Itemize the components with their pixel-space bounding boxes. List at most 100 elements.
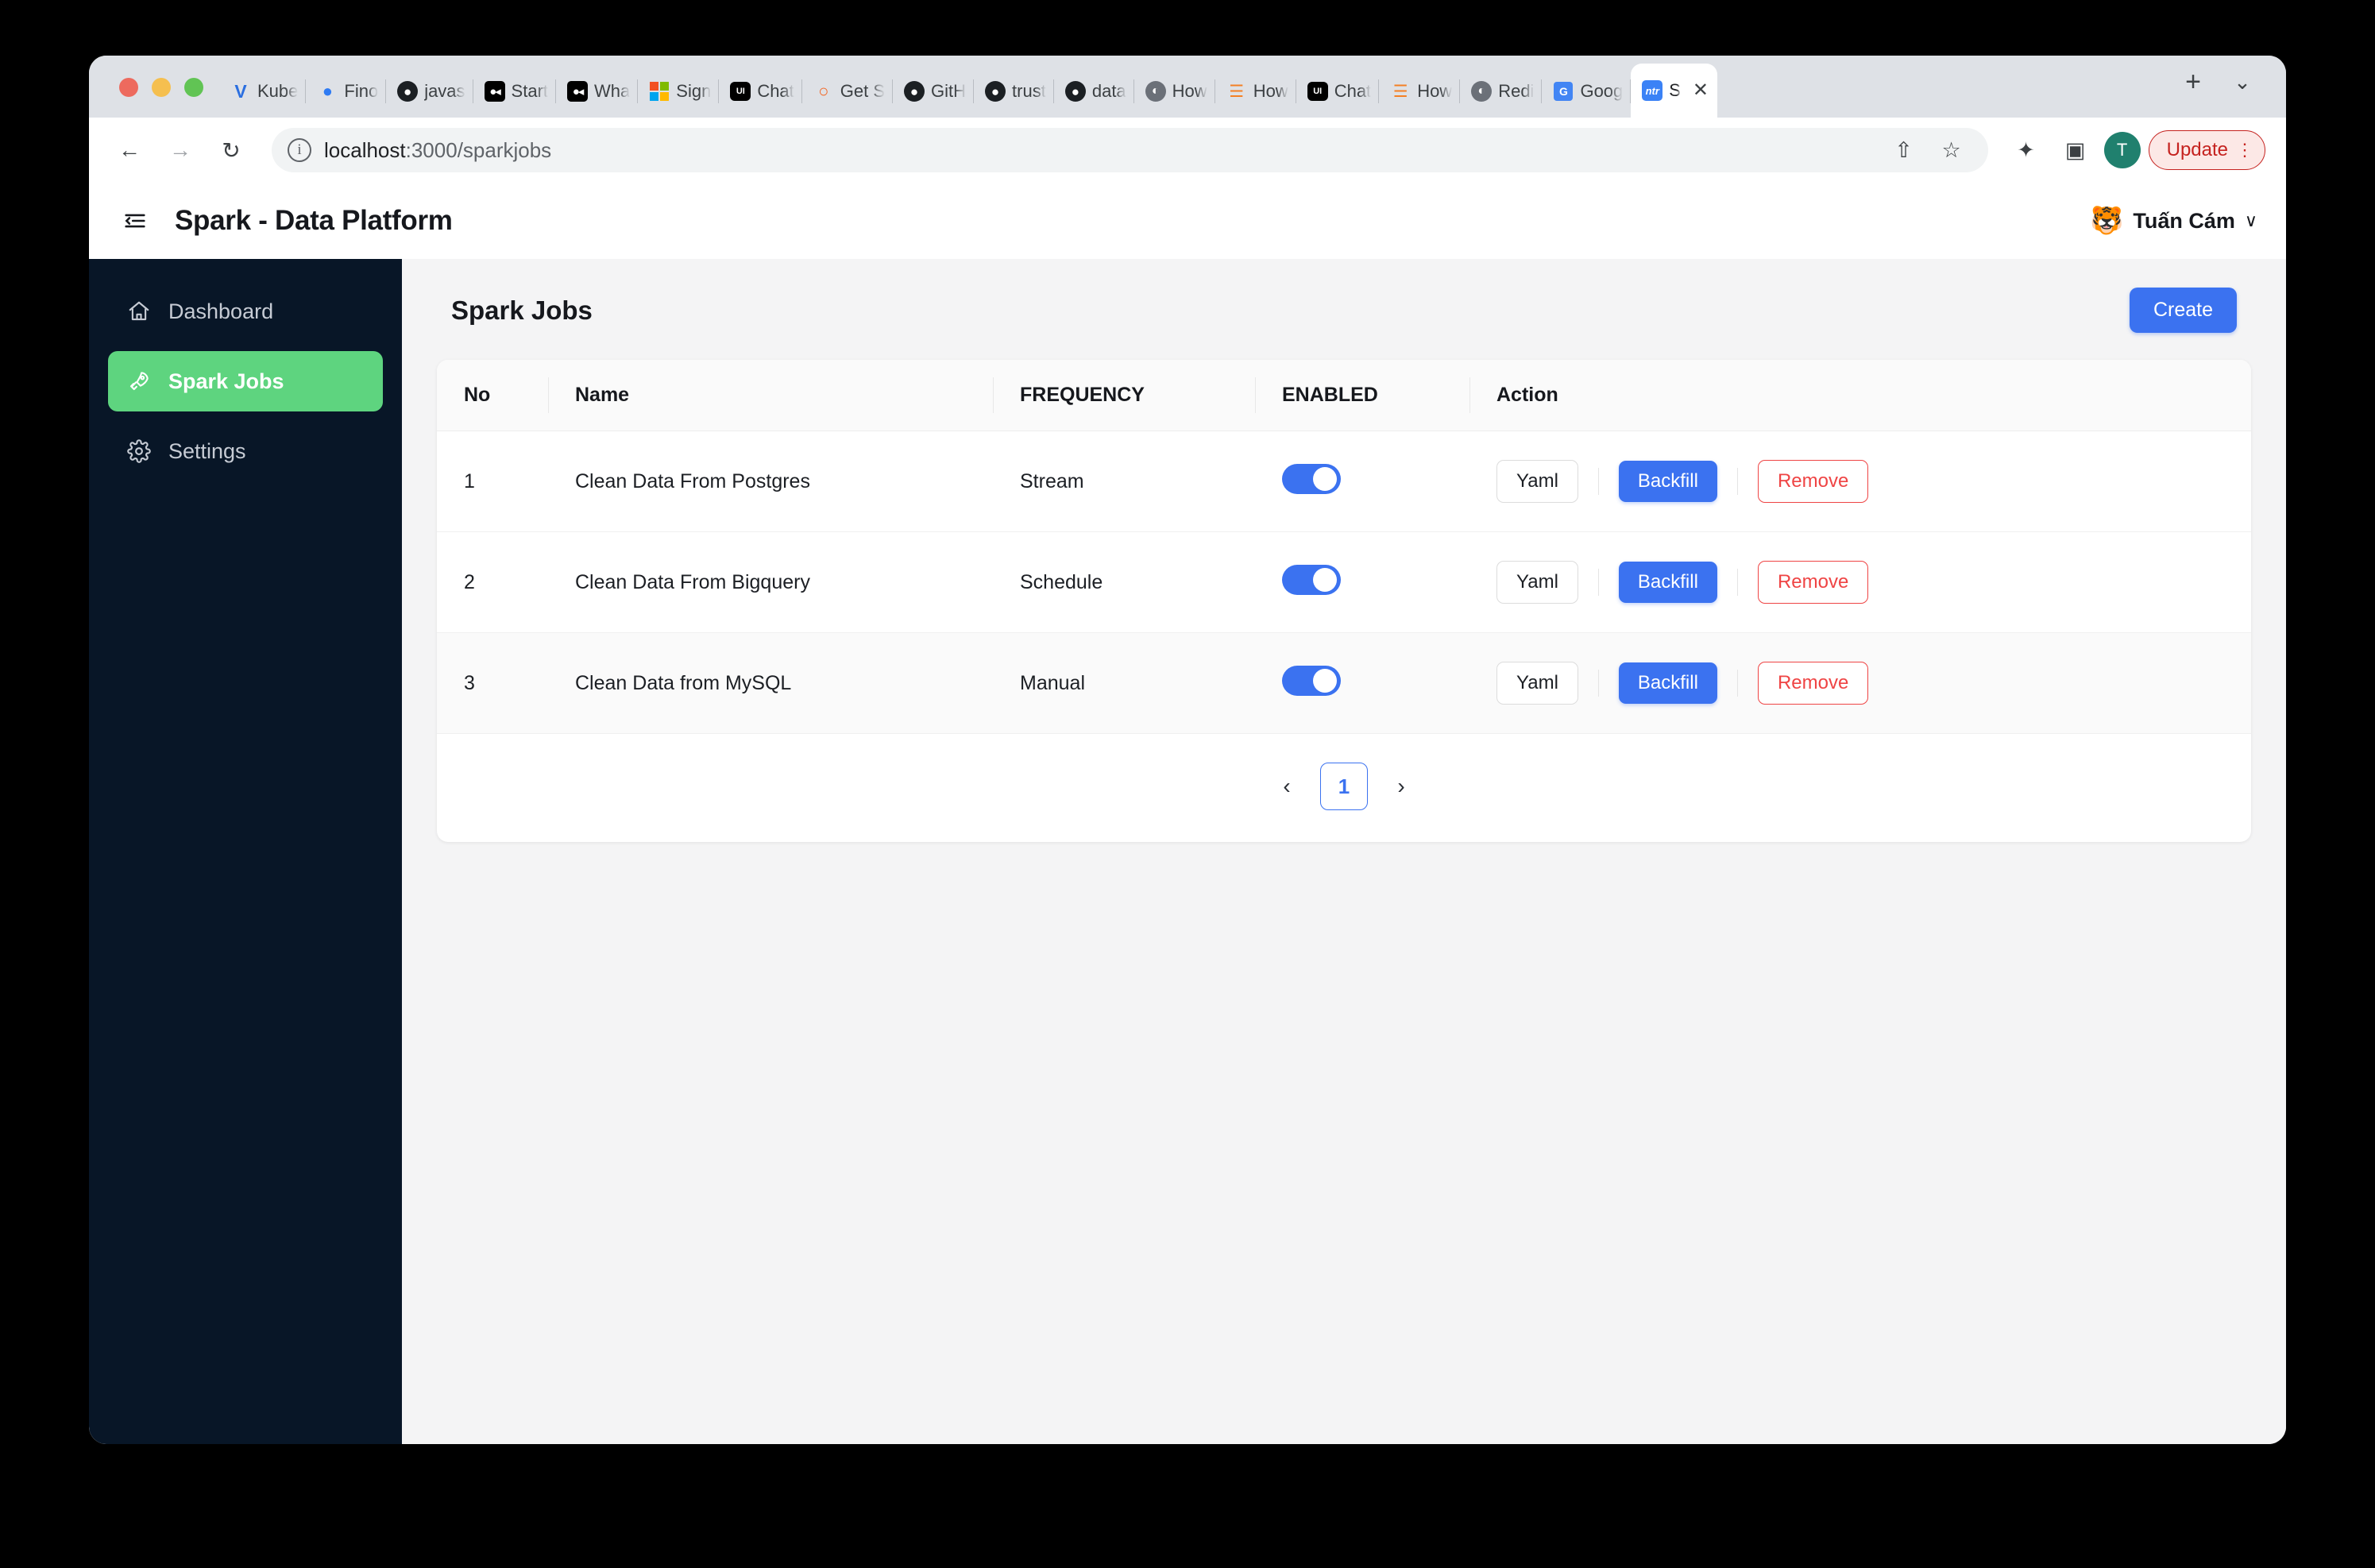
sidebar-item-spark-jobs[interactable]: Spark Jobs xyxy=(108,351,383,411)
cell-enabled xyxy=(1255,632,1469,734)
finops-icon: ● xyxy=(322,81,334,101)
forward-arrow-icon[interactable]: → xyxy=(157,127,203,173)
sidebar-item-label: Settings xyxy=(168,438,246,463)
spark-app-icon: ntr xyxy=(1642,80,1663,101)
browser-tab[interactable]: ● trust xyxy=(974,65,1054,118)
close-window-button[interactable] xyxy=(119,78,138,97)
rocket-icon xyxy=(126,368,153,395)
cell-enabled xyxy=(1255,431,1469,532)
browser-tab[interactable]: Sign xyxy=(638,65,720,118)
profile-avatar[interactable]: T xyxy=(2103,132,2141,168)
site-info-icon[interactable]: i xyxy=(288,138,311,162)
sidebar-item-dashboard[interactable]: Dashboard xyxy=(108,281,383,342)
side-panel-icon[interactable]: ▣ xyxy=(2055,129,2096,171)
pagination: ‹ 1 › xyxy=(437,734,2251,842)
remove-button[interactable]: Remove xyxy=(1757,561,1869,604)
yaml-button[interactable]: Yaml xyxy=(1496,460,1578,503)
update-button[interactable]: Update ⋮ xyxy=(2148,130,2265,170)
backfill-button[interactable]: Backfill xyxy=(1618,662,1717,704)
action-divider xyxy=(1736,569,1738,596)
enabled-toggle[interactable] xyxy=(1282,564,1341,595)
browser-tab-active[interactable]: ntr S ✕ xyxy=(1631,64,1717,118)
browser-tab-label: javas xyxy=(424,81,465,101)
tab-search-chevron-down-icon[interactable]: ⌄ xyxy=(2215,64,2270,100)
spark-jobs-table: No Name FREQUENCY ENABLED Action 1 Clean … xyxy=(437,360,2251,734)
browser-tab-label: Chat xyxy=(757,81,794,101)
backfill-button[interactable]: Backfill xyxy=(1618,562,1717,603)
chevron-down-icon[interactable]: ∨ xyxy=(2245,210,2257,231)
yaml-button[interactable]: Yaml xyxy=(1496,662,1578,705)
browser-tab[interactable]: UI Chat xyxy=(1296,65,1380,118)
pagination-prev-icon[interactable]: ‹ xyxy=(1269,774,1304,799)
column-header-frequency-label: FREQUENCY xyxy=(1020,384,1145,406)
url-path: :3000/sparkjobs xyxy=(405,137,552,162)
browser-tab[interactable]: ☰ How xyxy=(1379,65,1461,118)
browser-tab-label: data xyxy=(1091,81,1126,101)
gear-icon xyxy=(126,438,153,465)
backfill-button[interactable]: Backfill xyxy=(1618,461,1717,502)
browser-tab[interactable]: ◐ Redi xyxy=(1460,65,1543,118)
column-header-frequency: FREQUENCY xyxy=(993,360,1255,431)
extensions-puzzle-icon[interactable]: ✦ xyxy=(2006,129,2047,171)
table-row[interactable]: 2 Clean Data From Bigquery Schedule Yaml Bac… xyxy=(437,531,2251,633)
browser-tab[interactable]: ◐ How xyxy=(1134,65,1215,118)
browser-tab-label: Kube xyxy=(257,81,299,101)
share-icon[interactable]: ⇧ xyxy=(1883,129,1925,171)
bookmark-star-icon[interactable]: ☆ xyxy=(1931,129,1972,171)
new-tab-button[interactable]: + xyxy=(2172,64,2215,100)
create-button[interactable]: Create xyxy=(2129,288,2237,333)
toolbar-right-controls: ✦ ▣ T Update ⋮ xyxy=(2006,129,2265,171)
browser-tab[interactable]: ○ Get S xyxy=(802,65,894,118)
sidebar-item-label: Spark Jobs xyxy=(168,369,284,393)
cell-no: 1 xyxy=(437,431,548,532)
browser-tab[interactable]: ● GitH xyxy=(893,65,975,118)
table-row[interactable]: 3 Clean Data from MySQL Manual Yaml Backfill… xyxy=(437,632,2251,734)
pagination-page-1[interactable]: 1 xyxy=(1320,763,1368,810)
browser-toolbar: ← → ↻ i localhost:3000/sparkjobs ⇧ ☆ ✦ ▣… xyxy=(89,118,2286,183)
column-header-no-label: No xyxy=(464,384,491,406)
job-name: Clean Data from MySQL xyxy=(575,671,792,694)
browser-tab[interactable]: ● data xyxy=(1054,65,1134,118)
close-tab-icon[interactable]: ✕ xyxy=(1689,81,1713,100)
tab-strip-controls: + ⌄ xyxy=(2167,64,2286,118)
column-header-action: Action xyxy=(1469,360,2251,431)
browser-tab[interactable]: ☰ How xyxy=(1215,65,1296,118)
sidebar-item-settings[interactable]: Settings xyxy=(108,421,383,481)
action-divider xyxy=(1736,670,1738,697)
update-label: Update xyxy=(2166,139,2228,160)
action-divider xyxy=(1597,670,1599,697)
enabled-toggle[interactable] xyxy=(1282,665,1341,696)
toggle-knob xyxy=(1313,668,1337,693)
github-icon: ● xyxy=(1064,81,1086,102)
column-header-name-label: Name xyxy=(575,384,630,406)
job-no: 3 xyxy=(464,671,475,694)
table-row[interactable]: 1 Clean Data From Postgres Stream Yaml Backf… xyxy=(437,431,2251,532)
enabled-toggle[interactable] xyxy=(1282,463,1341,494)
browser-tab-label: Start xyxy=(511,81,549,101)
reload-icon[interactable]: ↻ xyxy=(208,127,254,173)
address-bar-url: localhost:3000/sparkjobs xyxy=(324,138,551,163)
browser-tab[interactable]: ● javas xyxy=(386,65,473,118)
back-arrow-icon[interactable]: ← xyxy=(106,127,153,173)
remove-button[interactable]: Remove xyxy=(1757,460,1869,503)
address-bar[interactable]: i localhost:3000/sparkjobs ⇧ ☆ xyxy=(272,128,1988,172)
collapse-sidebar-icon[interactable] xyxy=(119,205,151,237)
browser-tab[interactable]: ●◂ Wha xyxy=(556,65,639,118)
browser-tab[interactable]: V Kube xyxy=(219,65,307,118)
yaml-button[interactable]: Yaml xyxy=(1496,561,1578,604)
user-menu[interactable]: 🐯 Tuấn Cám ∨ xyxy=(2090,207,2257,234)
minimize-window-button[interactable] xyxy=(152,78,171,97)
browser-menu-icon[interactable]: ⋮ xyxy=(2236,141,2253,159)
maximize-window-button[interactable] xyxy=(184,78,203,97)
browser-tab[interactable]: G Goog xyxy=(1542,65,1632,118)
address-bar-actions: ⇧ ☆ xyxy=(1883,129,1972,171)
browser-tab[interactable]: ●◂ Start xyxy=(473,65,557,118)
browser-tab-label: Redi xyxy=(1498,81,1535,101)
chat-ui-icon: UI xyxy=(1307,81,1328,102)
browser-tab[interactable]: UI Chat xyxy=(719,65,802,118)
browser-tab[interactable]: ● Fino xyxy=(306,65,387,118)
user-name: Tuấn Cám xyxy=(2133,208,2235,233)
pagination-next-icon[interactable]: › xyxy=(1384,774,1419,799)
remove-button[interactable]: Remove xyxy=(1757,662,1869,705)
cell-frequency: Manual xyxy=(993,632,1255,734)
